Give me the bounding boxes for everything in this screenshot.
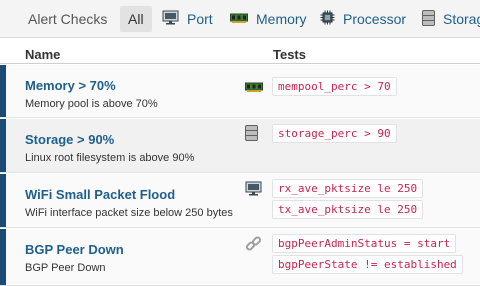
check-description: BGP Peer Down [25, 262, 106, 274]
link-icon [245, 235, 262, 257]
tab-storage-label: Storage [443, 11, 480, 27]
row-accent-bar [0, 65, 6, 117]
tabbar-title: Alert Checks [28, 11, 108, 27]
row-accent-bar [0, 174, 6, 227]
tab-port[interactable]: Port [162, 6, 213, 32]
storage-disk-icon [245, 125, 258, 146]
table-row: WiFi Small Packet Flood WiFi interface p… [0, 174, 480, 228]
row-accent-bar [0, 119, 6, 172]
check-name-link[interactable]: Memory > 70% [25, 78, 116, 93]
memory-chip-icon [230, 11, 248, 27]
storage-disk-icon [422, 9, 435, 29]
tab-processor-label: Processor [343, 11, 407, 27]
test-expression: storage_perc > 90 [272, 124, 397, 143]
check-description: Memory pool is above 70% [25, 98, 158, 110]
network-port-icon [162, 10, 179, 28]
test-expression: bgpPeerAdminStatus = start [272, 234, 457, 253]
network-port-icon [245, 181, 262, 201]
check-description: WiFi interface packet size below 250 byt… [25, 207, 233, 219]
check-name-link[interactable]: Storage > 90% [25, 132, 114, 147]
tab-storage[interactable]: Storage [422, 6, 480, 32]
tab-port-label: Port [187, 11, 213, 27]
table-row: Memory > 70% Memory pool is above 70% me… [0, 65, 480, 118]
tab-memory[interactable]: Memory [230, 6, 307, 32]
processor-chip-icon [320, 10, 335, 28]
check-name-link[interactable]: WiFi Small Packet Flood [25, 187, 175, 202]
check-name-link[interactable]: BGP Peer Down [25, 242, 124, 257]
table-row: BGP Peer Down BGP Peer Down bgpPeerAdmin… [0, 229, 480, 286]
test-expression: rx_ave_pktsize le 250 [272, 179, 424, 198]
row-accent-bar [0, 229, 6, 285]
tab-all[interactable]: All [120, 6, 152, 32]
test-expression: mempool_perc > 70 [272, 77, 397, 96]
tab-processor[interactable]: Processor [320, 6, 406, 32]
table-row: Storage > 90% Linux root filesystem is a… [0, 119, 480, 173]
column-header-name: Name [25, 47, 61, 62]
column-header-tests: Tests [273, 47, 306, 62]
memory-chip-icon [245, 80, 263, 98]
tab-all-label: All [128, 11, 144, 27]
check-description: Linux root filesystem is above 90% [25, 152, 195, 164]
table-header: Name Tests [0, 38, 480, 64]
alert-checks-tabbar: Alert Checks All Port Memory Processor S… [0, 0, 480, 38]
tab-memory-label: Memory [256, 11, 307, 27]
test-expression: bgpPeerState != established [272, 255, 463, 274]
test-expression: tx_ave_pktsize le 250 [272, 200, 424, 219]
